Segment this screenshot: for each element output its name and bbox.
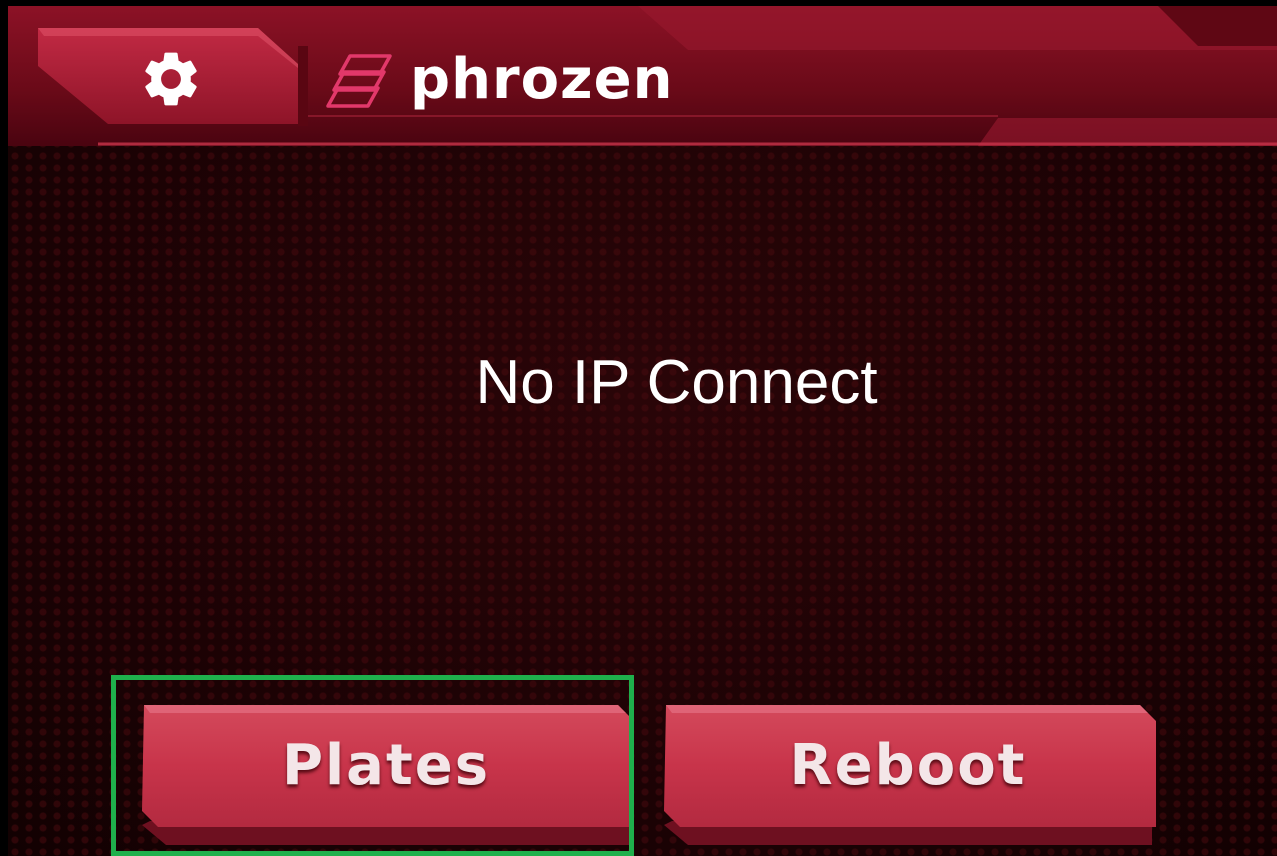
phrozen-logo-mark (326, 54, 392, 108)
connection-status: No IP Connect (475, 348, 878, 417)
brand-logo: phrozen (326, 42, 673, 122)
plates-label: Plates (281, 732, 491, 798)
plates-button[interactable]: Plates (138, 703, 634, 845)
reboot-label: Reboot (789, 732, 1027, 798)
reboot-button[interactable]: Reboot (660, 703, 1156, 845)
header-bar: phrozen (8, 6, 1277, 156)
gear-icon (145, 52, 197, 106)
screen: phrozen No IP Connect Plates Reboot (8, 6, 1277, 856)
brand-name: phrozen (410, 47, 674, 112)
settings-button[interactable] (116, 34, 226, 124)
